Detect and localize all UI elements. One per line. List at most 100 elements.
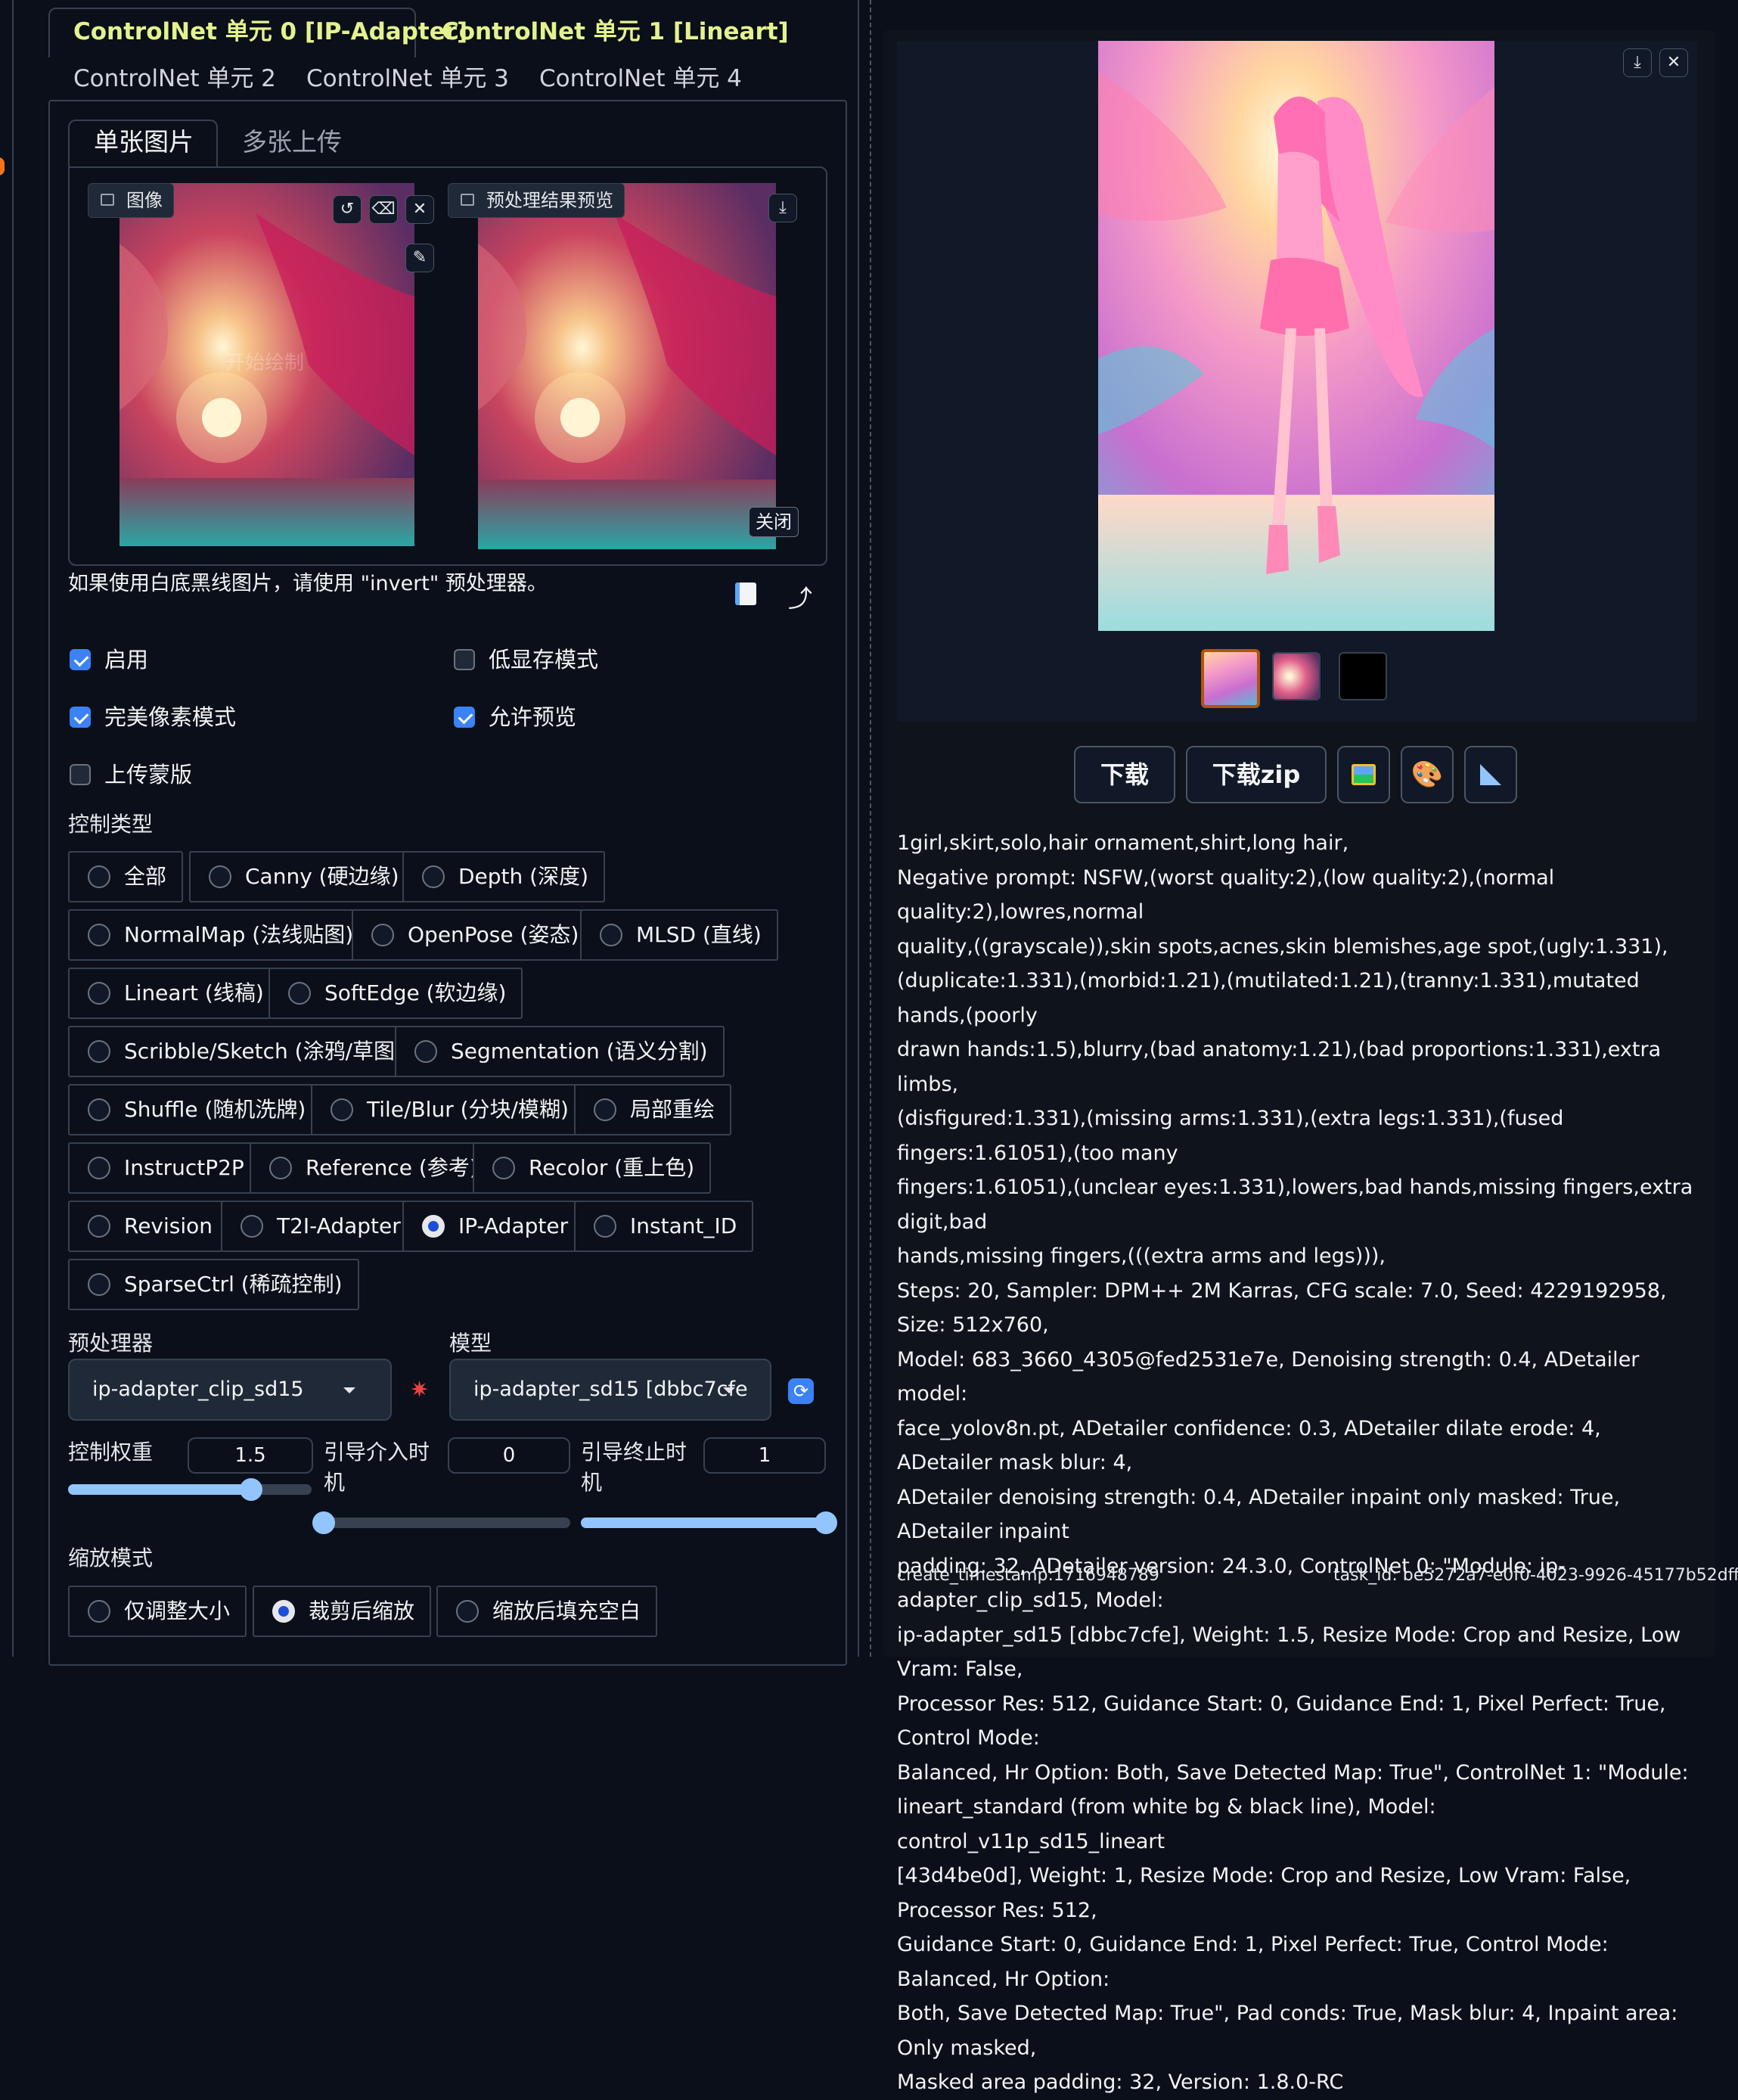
control-type-text: InstructP2P xyxy=(124,1155,244,1180)
low-vram-checkbox[interactable] xyxy=(454,649,475,670)
info-line: ADetailer denoising strength: 0.4, ADeta… xyxy=(897,1485,1621,1544)
resize-mode-radio[interactable]: 缩放后填充空白 xyxy=(436,1586,658,1637)
control-type-radio[interactable]: SparseCtrl (稀疏控制) xyxy=(68,1259,359,1310)
control-type-text: Instant_ID xyxy=(630,1213,737,1238)
weight-label: 控制权重 xyxy=(68,1440,154,1465)
control-type-radio-selected[interactable]: IP-Adapter xyxy=(402,1201,585,1252)
chevron-down-icon xyxy=(723,1387,735,1393)
control-type-text: NormalMap (法线贴图) xyxy=(124,922,354,947)
end-slider[interactable] xyxy=(581,1511,837,1534)
radio-dot xyxy=(88,982,110,1005)
tab-controlnet-unit-0[interactable]: ControlNet 单元 0 [IP-Adapter] xyxy=(73,17,467,47)
image-icon[interactable] xyxy=(1337,746,1390,803)
brush-icon[interactable]: ✎ xyxy=(405,244,434,272)
control-type-radio[interactable]: Depth (深度) xyxy=(402,851,606,902)
preview-label-text: 预处理结果预览 xyxy=(486,190,613,211)
download-zip-button[interactable]: 下载zip xyxy=(1186,746,1327,803)
info-line: 1girl,skirt,solo,hair ornament,shirt,lon… xyxy=(897,831,1349,855)
control-type-radio[interactable]: 局部重绘 xyxy=(574,1084,732,1135)
start-input[interactable]: 0 xyxy=(448,1437,570,1474)
download-icon[interactable]: ⤓ xyxy=(768,194,797,222)
weight-input[interactable]: 1.5 xyxy=(188,1437,313,1474)
model-dropdown[interactable]: ip-adapter_sd15 [dbbc7cfe xyxy=(449,1359,771,1421)
allow-preview-checkbox[interactable] xyxy=(454,707,475,728)
control-type-radio[interactable]: Recolor (重上色) xyxy=(473,1142,712,1194)
edit-icon[interactable] xyxy=(735,582,756,605)
control-type-radio[interactable]: SoftEdge (软边缘) xyxy=(268,968,523,1019)
resize-mode-radio-selected[interactable]: 裁剪后缩放 xyxy=(253,1586,432,1637)
control-type-radio[interactable]: OpenPose (姿态) xyxy=(352,909,596,961)
refresh-icon[interactable]: ⟳ xyxy=(788,1378,814,1404)
control-type-radio[interactable]: Canny (硬边缘) xyxy=(189,851,416,902)
tab-controlnet-unit-4[interactable]: ControlNet 单元 4 xyxy=(539,64,742,94)
column-divider xyxy=(870,0,871,1657)
explosion-icon[interactable]: ✷ xyxy=(410,1377,429,1403)
control-type-radio[interactable]: T2I-Adapter xyxy=(221,1201,417,1252)
control-type-text: Shuffle (随机洗牌) xyxy=(124,1097,306,1122)
control-type-radio[interactable]: Lineart (线稿) xyxy=(68,968,281,1019)
info-line: Balanced, Hr Option: Both, Save Detected… xyxy=(897,1760,1689,1785)
end-slider-handle[interactable] xyxy=(815,1511,837,1534)
download-icon[interactable]: ⤓ xyxy=(1623,48,1652,77)
tab-controlnet-unit-3[interactable]: ControlNet 单元 3 xyxy=(306,64,509,94)
canvas-watermark: 开始绘制 xyxy=(225,352,305,374)
weight-slider[interactable] xyxy=(68,1478,312,1501)
weight-slider-handle[interactable] xyxy=(239,1478,262,1501)
info-line: lineart_standard (from white bg & black … xyxy=(897,1795,1436,1853)
resize-mode-radio[interactable]: 仅调整大小 xyxy=(68,1586,247,1637)
scroll-indicator xyxy=(0,157,5,176)
ruler-icon[interactable] xyxy=(1464,746,1517,803)
control-type-radio[interactable]: Tile/Blur (分块/模糊) xyxy=(311,1084,585,1135)
allow-preview-label: 允许预览 xyxy=(489,704,577,730)
upload-mask-checkbox[interactable] xyxy=(70,764,91,785)
control-type-radio[interactable]: NormalMap (法线贴图) xyxy=(68,909,371,961)
tab-controlnet-unit-2[interactable]: ControlNet 单元 2 xyxy=(73,64,276,94)
eraser-icon[interactable]: ⌫ xyxy=(369,195,398,224)
info-line: Processor Res: 512, Guidance Start: 0, G… xyxy=(897,1691,1666,1751)
control-type-radio[interactable]: Revision xyxy=(68,1201,230,1252)
control-type-radio[interactable]: InstructP2P xyxy=(68,1142,261,1194)
gallery-thumbnail[interactable] xyxy=(1272,652,1321,701)
tab-controlnet-unit-1[interactable]: ControlNet 单元 1 [Lineart] xyxy=(442,17,789,47)
gallery-thumbnail[interactable] xyxy=(1339,652,1387,701)
control-type-radio[interactable]: Scribble/Sketch (涂鸦/草图) xyxy=(68,1026,420,1077)
thumbnail-image xyxy=(1204,652,1257,705)
radio-dot xyxy=(241,1215,263,1238)
radio-dot xyxy=(88,1040,110,1063)
palette-icon[interactable]: 🎨 xyxy=(1401,746,1454,803)
info-line: Guidance Start: 0, Guidance End: 1, Pixe… xyxy=(897,1933,1609,1991)
radio-dot xyxy=(331,1098,353,1121)
pixel-perfect-checkbox[interactable] xyxy=(70,707,91,728)
send-upward-icon[interactable]: ⤴ xyxy=(788,579,812,614)
radio-dot xyxy=(88,924,110,946)
control-type-text: Revision xyxy=(124,1213,213,1238)
download-button[interactable]: 下载 xyxy=(1074,746,1175,803)
model-label: 模型 xyxy=(449,1331,492,1356)
close-preview-button[interactable]: 关闭 xyxy=(749,507,799,537)
control-type-radio[interactable]: Shuffle (随机洗牌) xyxy=(68,1084,323,1135)
close-icon[interactable]: ✕ xyxy=(1659,48,1688,77)
preprocessor-dropdown[interactable]: ip-adapter_clip_sd15 xyxy=(68,1359,392,1421)
info-line: (disfigured:1.331),(missing arms:1.331),… xyxy=(897,1107,1564,1165)
control-type-radio[interactable]: Instant_ID xyxy=(574,1201,754,1252)
tab-single-image[interactable]: 单张图片 xyxy=(94,126,194,159)
control-type-radio[interactable]: 全部 xyxy=(68,851,184,902)
generated-image[interactable] xyxy=(1098,41,1494,631)
resize-mode-text: 缩放后填充空白 xyxy=(492,1598,641,1623)
create-timestamp: create_timestamp:1716948789 xyxy=(897,1566,1159,1585)
control-type-radio[interactable]: MLSD (直线) xyxy=(580,909,778,961)
radio-dot xyxy=(414,1040,437,1063)
enable-checkbox[interactable] xyxy=(70,649,91,670)
tab-batch-upload[interactable]: 多张上传 xyxy=(242,126,342,159)
control-type-radio[interactable]: Segmentation (语义分割) xyxy=(395,1026,725,1077)
gallery-thumbnail-selected[interactable] xyxy=(1201,649,1260,708)
undo-icon[interactable]: ↺ xyxy=(333,195,362,224)
generated-image-artwork xyxy=(1098,41,1494,631)
control-type-text: SoftEdge (软边缘) xyxy=(324,980,507,1005)
close-icon[interactable]: ✕ xyxy=(405,195,434,224)
radio-dot xyxy=(456,1600,479,1623)
start-slider-handle[interactable] xyxy=(312,1511,335,1534)
start-slider[interactable] xyxy=(312,1511,570,1534)
end-input[interactable]: 1 xyxy=(703,1437,826,1474)
control-type-radio[interactable]: Reference (参考) xyxy=(250,1142,495,1194)
